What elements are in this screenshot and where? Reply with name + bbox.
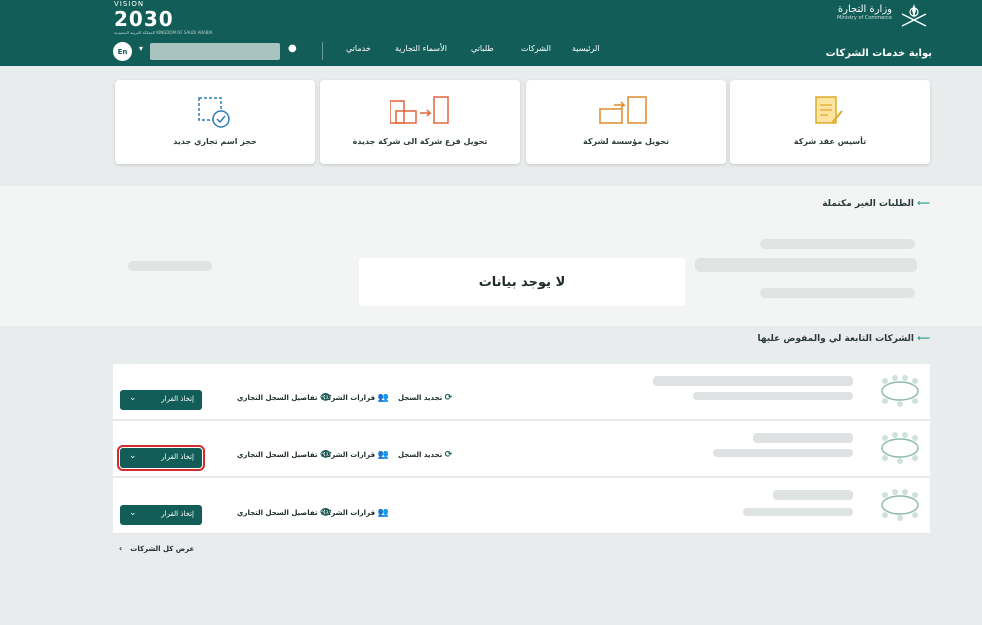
chevron-left-icon: ‹ [119,544,123,553]
group-icon: 👥 [377,508,389,518]
chevron-down-icon: ⌄ [129,508,137,518]
chevron-down-icon: ⌄ [129,393,137,403]
refresh-icon: ⟳ [444,450,453,460]
blurred-text [128,261,212,271]
eye-icon: 👁 [319,508,332,518]
convert-branch-icon [390,96,449,124]
blurred-text [695,258,917,272]
top-header: VISION 2030 المملكة العربية السعودية KIN… [0,0,982,66]
saudi-emblem-icon [901,4,927,27]
company-name-blurred [653,376,853,386]
companies-section-title: الشركات التابعة لي والمفوض عليها ⟵ [757,334,930,344]
service-card-convert-branch[interactable]: تحويل فرع شركة الى شركة جديدة [320,80,520,164]
nav-divider [322,42,323,60]
service-label: تحويل فرع شركة الى شركة جديدة [352,137,488,146]
meeting-table-icon [881,489,919,521]
company-number-blurred [743,508,853,516]
company-name-blurred [753,433,853,443]
language-toggle[interactable]: En [113,42,132,61]
eye-icon: 👁 [319,393,332,403]
blurred-text [760,239,915,249]
service-label: حجز اسم تجاري جديد [173,137,257,146]
blurred-text [760,288,915,298]
vision-subtext: المملكة العربية السعودية KINGDOM OF SAUD… [114,30,213,35]
nav-home[interactable]: الرئيسية [572,44,600,53]
nav-my-services[interactable]: خدماتي [346,44,371,53]
nav-companies[interactable]: الشركات [521,44,551,53]
convert-establishment-icon [599,96,647,124]
registration-details-link[interactable]: تفاصيل السجل التجاري 👁 [237,508,331,518]
service-card-reserve-name[interactable]: حجز اسم تجاري جديد [115,80,315,164]
ministry-name: وزارة التجارة Ministry of Commerce [820,4,892,21]
user-icon: ● [288,43,297,54]
ministry-name-en: Ministry of Commerce [837,15,892,21]
user-dropdown-chevron-icon[interactable]: ▾ [139,44,143,53]
take-decision-button[interactable]: ⌄ إتخاذ القرار [120,505,202,525]
company-row: قرارات الشركاء 👥 تفاصيل السجل التجاري 👁 … [113,478,930,534]
ministry-name-ar: وزارة التجارة [837,4,892,15]
no-data-message: لا يوجد بيانات [359,258,685,306]
company-name-blurred [773,490,853,500]
service-label: تأسيس عقد شركة [793,137,867,146]
registration-details-link[interactable]: تفاصيل السجل التجاري 👁 [237,393,331,403]
vision-2030-logo: VISION 2030 المملكة العربية السعودية KIN… [114,0,212,36]
meeting-table-icon [881,375,919,407]
service-card-convert-establishment[interactable]: تحويل مؤسسة لشركة [526,80,726,164]
renew-registration-link[interactable]: تجديد السجل ⟳ [398,450,452,460]
meeting-table-icon [881,432,919,464]
refresh-icon: ⟳ [444,393,453,403]
service-card-contract[interactable]: تأسيس عقد شركة [730,80,930,164]
company-number-blurred [693,392,853,400]
incomplete-requests-title: الطلبات الغير مكتملة ⟵ [822,199,930,209]
company-row: تجديد السجل ⟳ قرارات الشركاء 👥 تفاصيل ال… [113,364,930,420]
show-all-companies-link[interactable]: ‹ عرض كل الشركات [119,544,194,553]
vision-year: 2030 [114,7,174,31]
chevron-down-icon: ⌄ [129,451,137,461]
registration-details-link[interactable]: تفاصيل السجل التجاري 👁 [237,450,331,460]
nav-my-requests[interactable]: طلباتي [471,44,494,53]
nav-trade-names[interactable]: الأسماء التجارية [395,44,447,53]
reserve-name-icon [198,97,230,128]
user-name-blurred[interactable] [150,43,280,60]
portal-title: بوابة خدمات الشركات [825,48,932,59]
take-decision-button[interactable]: ⌄ إتخاذ القرار [120,390,202,410]
renew-registration-link[interactable]: تجديد السجل ⟳ [398,393,452,403]
group-icon: 👥 [377,450,389,460]
take-decision-button[interactable]: ⌄ إتخاذ القرار [117,445,205,471]
eye-icon: 👁 [319,450,332,460]
group-icon: 👥 [377,393,389,403]
service-label: تحويل مؤسسة لشركة [583,137,669,146]
company-number-blurred [713,449,853,457]
company-row: تجديد السجل ⟳ قرارات الشركاء 👥 تفاصيل ال… [113,421,930,477]
contract-icon [815,96,843,124]
